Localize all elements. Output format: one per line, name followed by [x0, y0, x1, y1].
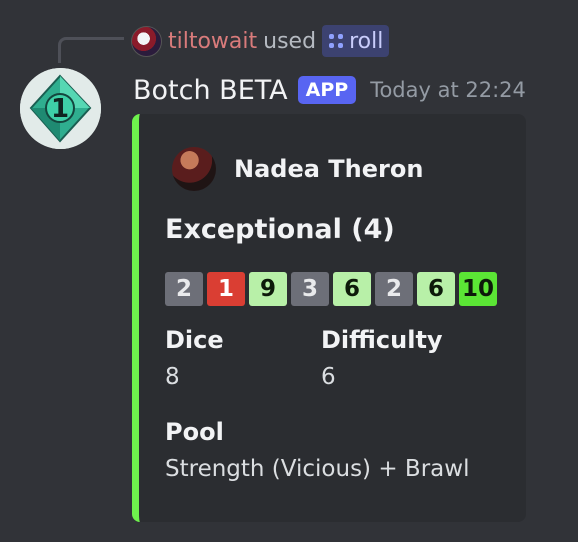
command-user-name[interactable]: tiltowait	[168, 29, 257, 54]
field-pool-value: Strength (Vicious) + Brawl	[165, 456, 470, 482]
message-container: tiltowait used roll 1 Botch BETA APP Tod…	[0, 0, 578, 542]
field-dice: Dice 8	[165, 326, 224, 390]
command-name-pill[interactable]: roll	[322, 25, 390, 57]
character-name: Nadea Theron	[234, 155, 424, 183]
app-badge: APP	[297, 76, 357, 104]
field-dice-name: Dice	[165, 326, 224, 354]
field-pool-name: Pool	[165, 418, 224, 446]
command-used-text: used	[263, 28, 317, 54]
die-result: 2	[375, 272, 413, 306]
die-result: 9	[249, 272, 287, 306]
field-dice-value: 8	[165, 364, 180, 390]
message-header: Botch BETA APP Today at 22:24	[133, 72, 526, 108]
d10-die-icon: 1	[20, 68, 101, 149]
die-result: 1	[207, 272, 245, 306]
command-invocation: tiltowait used roll	[131, 25, 390, 57]
message-timestamp[interactable]: Today at 22:24	[370, 78, 526, 102]
bot-avatar[interactable]: 1	[20, 68, 101, 149]
die-result: 6	[333, 272, 371, 306]
die-result: 2	[165, 272, 203, 306]
app-command-icon	[329, 34, 344, 48]
character-avatar	[172, 147, 216, 191]
bot-avatar-number: 1	[51, 94, 69, 124]
field-difficulty: Difficulty 6	[321, 326, 443, 390]
dice-results: 2 1 9 3 6 2 6 10	[165, 272, 497, 306]
command-name: roll	[349, 28, 384, 54]
bot-name[interactable]: Botch BETA	[133, 75, 288, 106]
field-pool: Pool Strength (Vicious) + Brawl	[165, 418, 469, 482]
field-difficulty-value: 6	[321, 364, 336, 390]
embed-author: Nadea Theron	[172, 145, 423, 193]
user-avatar[interactable]	[131, 25, 162, 57]
roll-embed: Nadea Theron Exceptional (4) 2 1 9 3 6 2 6 10 D…	[132, 114, 526, 522]
field-difficulty-name: Difficulty	[321, 326, 443, 354]
die-result: 10	[459, 272, 497, 306]
command-reply-connector	[58, 37, 124, 63]
die-result: 6	[417, 272, 455, 306]
roll-result-title: Exceptional (4)	[165, 214, 395, 245]
die-result: 3	[291, 272, 329, 306]
